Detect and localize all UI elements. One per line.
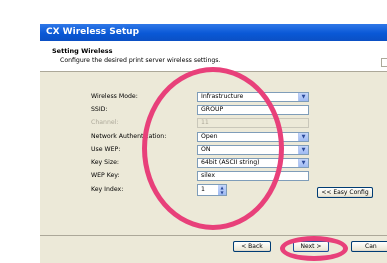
highlight-circle [142,67,284,230]
wep-key-label: WEP Key: [91,172,120,179]
chevron-down-icon[interactable]: ▼ [298,146,308,154]
header-corner [381,58,387,67]
footer-divider [40,235,387,236]
chevron-down-icon[interactable]: ▼ [298,93,308,101]
window-title: CX Wireless Setup [40,24,387,41]
header-description: Configure the desired print server wirel… [60,57,221,64]
back-button[interactable]: < Back [233,241,271,252]
channel-label: Channel: [91,119,119,126]
use-wep-label: Use WEP: [91,146,121,153]
wireless-mode-label: Wireless Mode: [91,93,138,100]
chevron-down-icon[interactable]: ▼ [298,133,308,141]
cancel-button[interactable]: Can [351,241,387,252]
easy-config-button[interactable]: << Easy Config [317,187,373,198]
chevron-down-icon[interactable]: ▼ [298,159,308,167]
key-index-label: Key Index: [91,186,124,193]
highlight-oval [280,236,348,261]
ssid-label: SSID: [91,106,108,113]
key-size-label: Key Size: [91,159,119,166]
header-title: Setting Wireless [52,47,113,55]
